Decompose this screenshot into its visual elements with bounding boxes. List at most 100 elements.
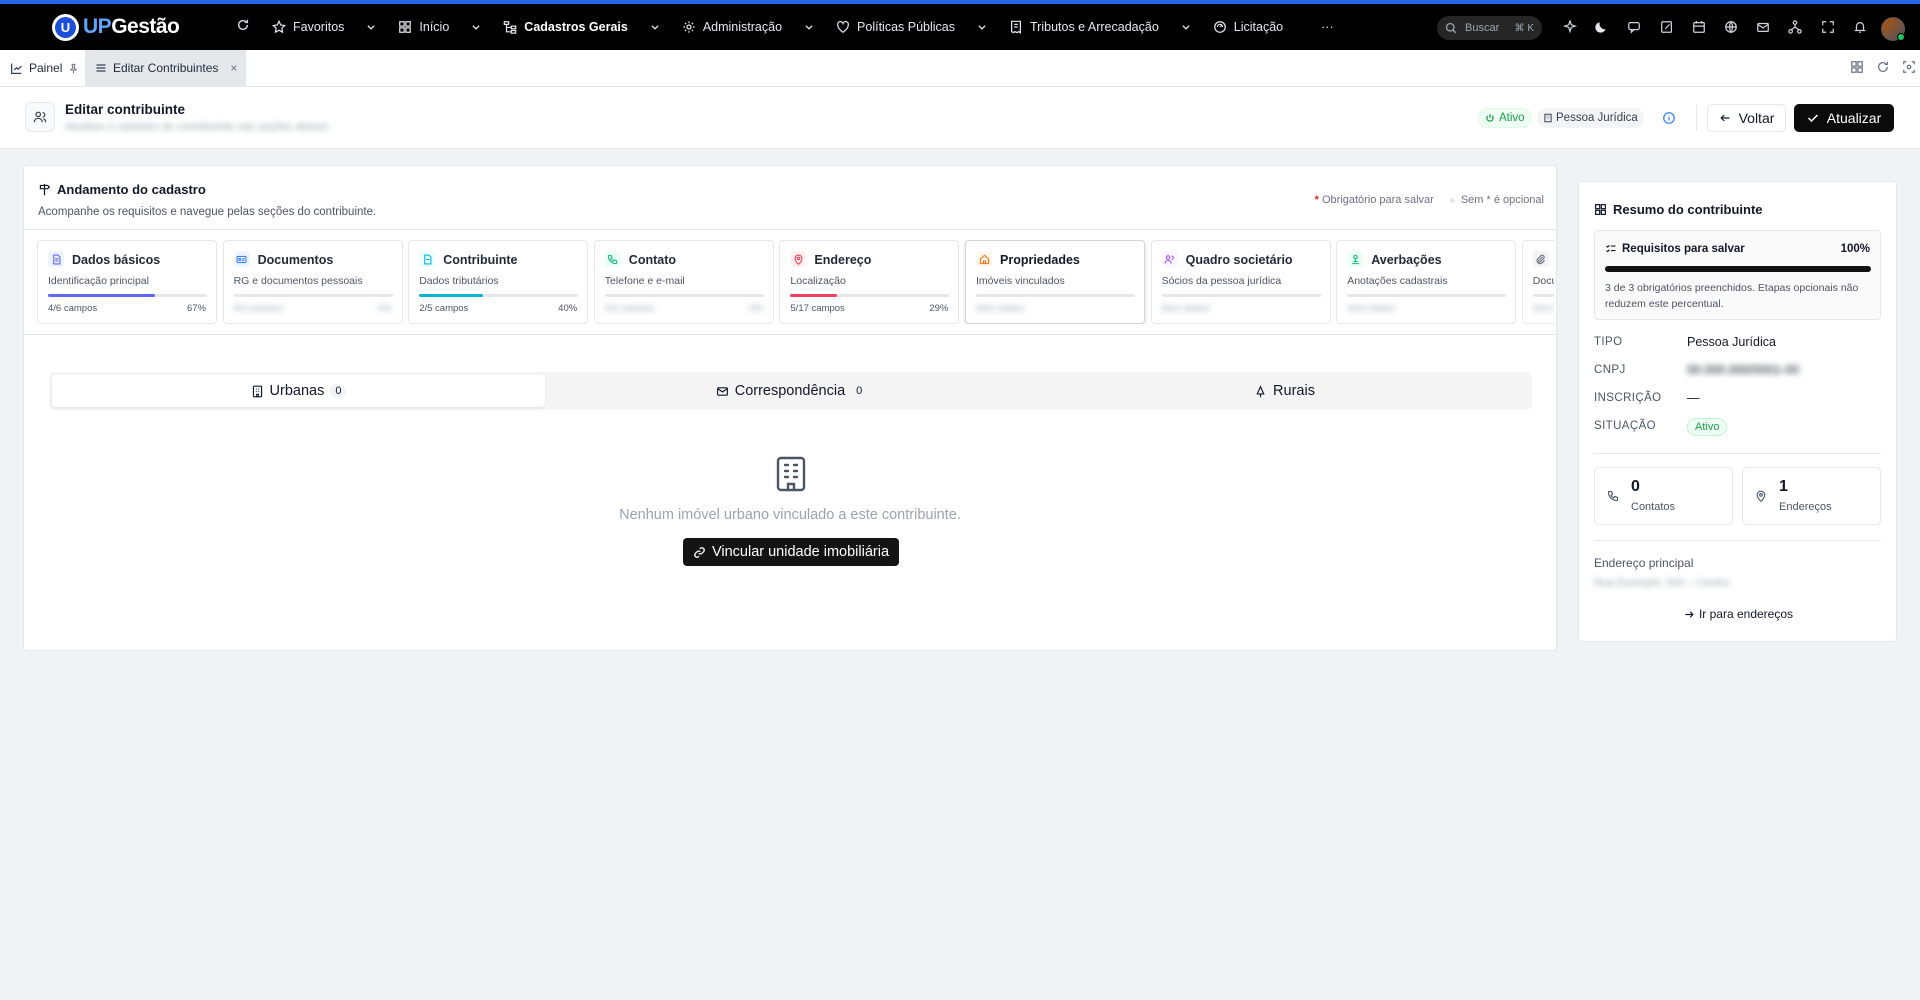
step-card-contribuinte[interactable]: Contribuinte Dados tributários 2/5 campos 4… [408, 240, 589, 324]
requirements-title: Requisitos para salvar [1605, 243, 1745, 255]
search-box[interactable]: Buscar ⌘ K [1437, 16, 1542, 40]
step-icon [790, 251, 807, 267]
reload-icon[interactable] [1876, 60, 1892, 76]
logo-mark: U [52, 13, 79, 41]
chevron-down-icon[interactable] [804, 22, 814, 32]
step-description: Identificação principal [48, 275, 149, 287]
search-shortcut: ⌘ K [1514, 22, 1534, 34]
step-icon [1161, 251, 1178, 267]
tab-urbanas[interactable]: Urbanas 0 [52, 375, 545, 407]
link-icon [694, 546, 705, 558]
step-field-count: 2/5 campos [419, 303, 469, 314]
nav-item-cadastros-gerais[interactable]: Cadastros Gerais [503, 20, 660, 34]
step-progress-bar [419, 294, 579, 297]
close-tab-icon[interactable]: × [230, 61, 237, 75]
link-property-button[interactable]: Vincular unidade imobiliária [683, 538, 899, 566]
top-icon-group [1562, 19, 1884, 35]
step-icon [976, 251, 992, 267]
cnpj-label: CNPJ [1594, 364, 1626, 376]
page-subtitle: Atualize o cadastro do contribuinte nas … [65, 121, 328, 133]
chevron-down-icon[interactable] [977, 22, 987, 32]
nav-item-políticas-públicas[interactable]: Políticas Públicas [836, 20, 987, 34]
update-button[interactable]: Atualizar [1794, 104, 1894, 132]
sparkles-icon[interactable] [1562, 19, 1578, 35]
main-nav: Favoritos Início Cadastros Gerais Administr… [272, 4, 1356, 50]
page-header: Editar contribuinte Atualize o cadastro … [0, 87, 1920, 149]
back-button[interactable]: Voltar [1707, 104, 1786, 132]
network-icon[interactable] [1787, 19, 1803, 35]
step-title: Documentos [257, 253, 334, 267]
fullscreen-icon[interactable] [1820, 19, 1836, 35]
edit-icon[interactable] [1659, 19, 1675, 35]
nav-item-administração[interactable]: Administração [682, 20, 814, 34]
divider [1594, 453, 1881, 454]
refresh-icon[interactable] [236, 18, 250, 32]
step-icon [1347, 251, 1364, 267]
step-icon [48, 251, 64, 267]
info-icon[interactable] [1662, 111, 1676, 125]
bell-icon[interactable] [1852, 19, 1868, 35]
step-card-propriedades[interactable]: Propriedades Imóveis vinculados Sem dados [965, 240, 1145, 324]
tree-icon [503, 21, 517, 34]
requirements-percent: 100% [1840, 243, 1870, 255]
step-card-endereco[interactable]: Endereço Localização 5/17 campos 29% [779, 240, 960, 324]
arrow-left-icon [1719, 114, 1730, 122]
type-badge: Pessoa Jurídica [1537, 108, 1644, 128]
step-card-contato[interactable]: Contato Telefone e e-mail 0/2 campos 0% [593, 240, 774, 324]
building-icon [775, 456, 807, 492]
step-card-documentos[interactable]: Documentos RG e documentos pessoais 0/3 ca… [222, 240, 403, 324]
tab-count: 0 [330, 384, 347, 398]
user-avatar[interactable] [1881, 17, 1905, 41]
contacts-stat-card[interactable]: 0 Contatos [1594, 467, 1733, 525]
chevron-down-icon[interactable] [471, 22, 481, 32]
main-address-label: Endereço principal [1594, 556, 1694, 570]
step-description: Sócios da pessoa jurídica [1161, 275, 1282, 287]
step-progress-fill [790, 294, 837, 297]
step-card-dados-basicos[interactable]: Dados básicos Identificação principal 4/6 … [37, 240, 217, 324]
chevron-down-icon[interactable] [650, 22, 660, 32]
pin-icon[interactable] [68, 63, 79, 74]
step-card-averbacoes[interactable]: Averbações Anotações cadastrais Sem dados [1336, 240, 1517, 324]
nav-item-licitação[interactable]: Licitação [1213, 20, 1283, 34]
nav-item-tributos-e-arrecadação[interactable]: Tributos e Arrecadação [1009, 20, 1191, 34]
step-progress-bar [976, 294, 1135, 297]
tab-rurais[interactable]: Rurais [1038, 375, 1531, 407]
step-icon [1532, 251, 1549, 267]
layout-icon[interactable] [1850, 60, 1866, 76]
more-menu-icon[interactable]: ··· [1321, 20, 1334, 34]
go-to-addresses-link[interactable]: Ir para endereços [1579, 607, 1898, 621]
chevron-down-icon[interactable] [366, 22, 376, 32]
addresses-count: 1 [1779, 478, 1788, 495]
calendar-icon[interactable] [1691, 19, 1707, 35]
step-title: Quadro societário [1185, 253, 1293, 267]
legend-dot [1449, 198, 1455, 203]
chat-icon[interactable] [1626, 19, 1642, 35]
layout-icon [1595, 204, 1606, 215]
globe-icon[interactable] [1723, 19, 1739, 35]
step-percent: 29% [929, 303, 949, 314]
step-card-anexos[interactable]: AnexosDocumentos anexosSem dados [1521, 240, 1554, 324]
mail-icon[interactable] [1755, 19, 1771, 35]
inscricao-label: INSCRIÇÃO [1594, 392, 1662, 404]
tab-editar-contribuintes[interactable]: Editar Contribuintes × [85, 50, 246, 86]
empty-state-text: Nenhum imóvel urbano vinculado a este co… [619, 507, 961, 523]
moon-icon[interactable] [1594, 19, 1610, 35]
app-logo[interactable]: U UPGestão [52, 13, 192, 41]
inscricao-value: — [1687, 391, 1700, 405]
main-address-value: Rua Exemplo, 000 – Centro [1594, 577, 1730, 589]
focus-icon[interactable] [1902, 60, 1918, 76]
star-icon [272, 20, 286, 34]
step-title: Dados básicos [72, 253, 161, 267]
tipo-value: Pessoa Jurídica [1687, 335, 1776, 349]
step-title: Propriedades [1000, 253, 1080, 267]
addresses-stat-card[interactable]: 1 Endereços [1742, 467, 1881, 525]
tab-painel[interactable]: Painel [10, 50, 85, 86]
tab-correspondencia[interactable]: Correspondência 0 [545, 375, 1038, 407]
progress-legend: * Obrigatório para salvar Sem * é opcion… [1314, 194, 1544, 206]
step-icon [233, 251, 250, 267]
step-card-quadro-societario[interactable]: Quadro societário Sócios da pessoa jurídi… [1150, 240, 1331, 324]
nav-item-início[interactable]: Início [398, 20, 481, 34]
search-placeholder: Buscar [1465, 22, 1500, 34]
nav-item-favoritos[interactable]: Favoritos [272, 20, 376, 34]
chevron-down-icon[interactable] [1181, 22, 1191, 32]
